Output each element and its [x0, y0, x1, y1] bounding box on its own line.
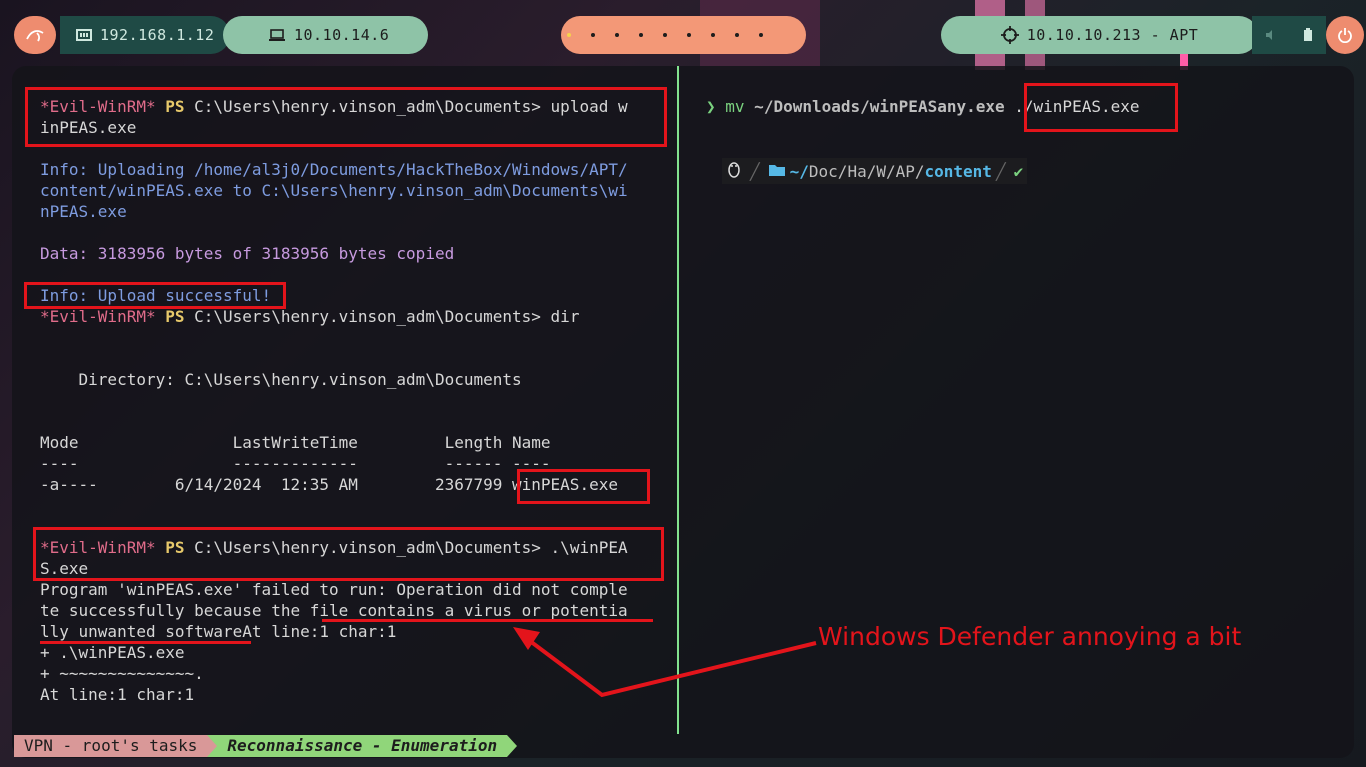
window-name[interactable]: Reconnaissance - Enumeration: [217, 735, 508, 757]
session-name[interactable]: VPN - root's tasks: [14, 735, 208, 757]
annotation-text: Windows Defender annoying a bit: [818, 622, 1242, 651]
status-separator: [507, 735, 518, 757]
annotation-arrow: [513, 627, 817, 698]
tmux-status-bar: VPN - root's tasks Reconnaissance - Enum…: [14, 735, 518, 757]
status-separator: [207, 735, 218, 757]
